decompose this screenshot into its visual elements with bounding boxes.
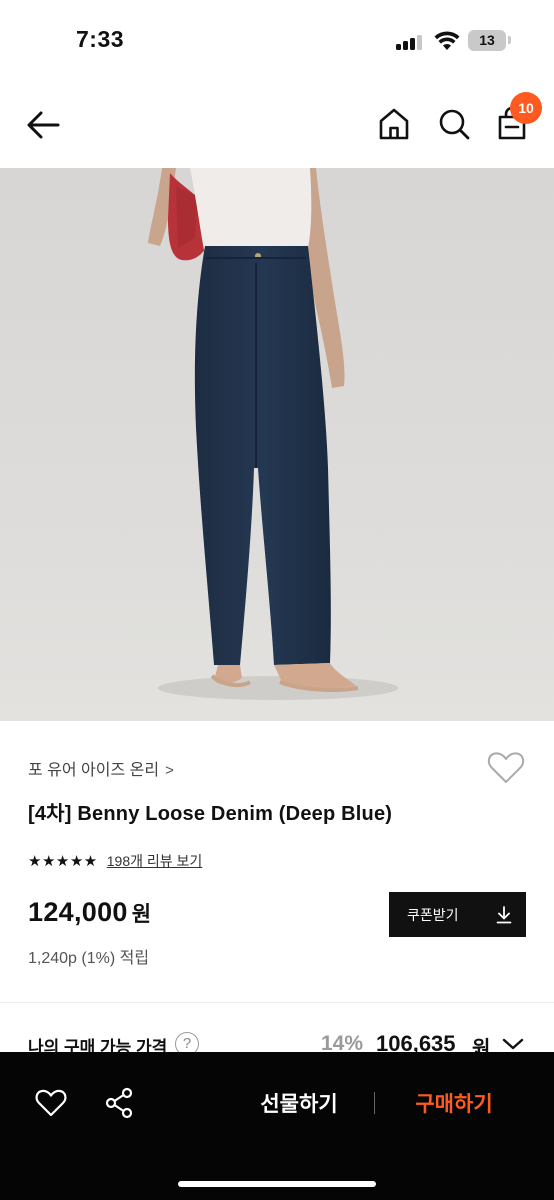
battery-cap xyxy=(508,36,511,44)
status-time: 7:33 xyxy=(76,26,125,52)
cellular-signal-icon xyxy=(396,34,426,50)
top-nav-bar xyxy=(0,80,554,168)
price-row: 124,000 원 xyxy=(28,897,151,928)
points-info: 1,240p (1%) 적립 xyxy=(28,950,150,967)
coupon-download-button[interactable]: 쿠폰받기 xyxy=(389,892,526,937)
battery-indicator: 13 xyxy=(468,30,506,51)
product-photo xyxy=(0,168,554,721)
status-bar: 7:33 13 xyxy=(0,0,554,80)
brand-name: 포 유어 아이즈 온리 xyxy=(28,762,160,779)
review-link[interactable]: 198개 리뷰 보기 xyxy=(107,851,203,871)
home-indicator xyxy=(178,1181,376,1187)
star-rating: ★★★★★ xyxy=(28,853,98,870)
back-arrow-icon[interactable] xyxy=(24,106,62,144)
home-icon[interactable] xyxy=(376,106,412,142)
button-separator xyxy=(374,1092,375,1114)
product-title: [4차] Benny Loose Denim (Deep Blue) xyxy=(28,803,393,825)
search-icon[interactable] xyxy=(436,106,472,142)
rating-row: ★★★★★ 198개 리뷰 보기 xyxy=(28,851,202,871)
download-icon xyxy=(496,905,512,923)
wifi-icon xyxy=(434,31,460,50)
product-image[interactable] xyxy=(0,168,554,721)
cart-count-badge: 10 xyxy=(510,92,542,124)
chevron-down-icon[interactable] xyxy=(502,1036,524,1052)
heart-icon[interactable] xyxy=(34,1086,68,1120)
price-unit: 원 xyxy=(131,903,152,926)
wishlist-heart-icon[interactable] xyxy=(486,748,526,788)
coupon-label: 쿠폰받기 xyxy=(407,906,459,923)
section-divider xyxy=(0,1002,554,1003)
gift-button[interactable]: 선물하기 xyxy=(238,1086,360,1120)
bottom-action-bar: 선물하기 구매하기 xyxy=(0,1052,554,1200)
buy-button[interactable]: 구매하기 xyxy=(392,1086,516,1120)
brand-link[interactable]: 포 유어 아이즈 온리 > xyxy=(28,756,174,780)
price-value: 124,000 xyxy=(28,897,128,927)
share-icon[interactable] xyxy=(102,1086,136,1120)
chevron-right-icon: > xyxy=(165,762,174,779)
